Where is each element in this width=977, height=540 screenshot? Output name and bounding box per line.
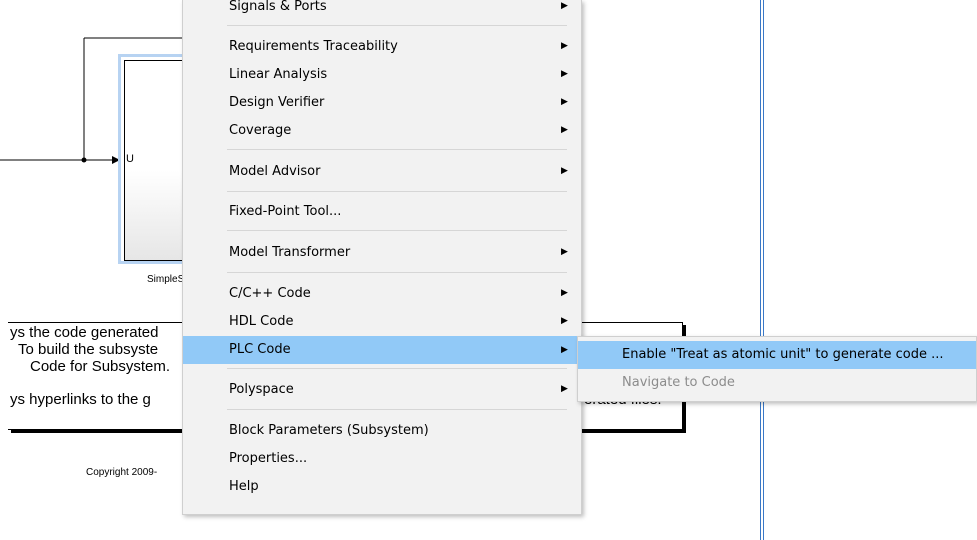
submenu-arrow-icon: ▶ — [561, 41, 568, 51]
annotation-line: To build the subsyste — [18, 341, 159, 358]
submenu-arrow-icon: ▶ — [561, 125, 568, 135]
menu-item-polyspace[interactable]: Polyspace ▶ — [183, 377, 581, 402]
submenu-arrow-icon: ▶ — [561, 166, 568, 176]
annotation-line: Code for Subsystem. — [30, 358, 171, 375]
menu-item-design-verifier[interactable]: Design Verifier ▶ — [183, 90, 581, 115]
menu-item-label: Model Advisor — [229, 164, 321, 179]
submenu-arrow-icon: ▶ — [561, 1, 568, 11]
subsystem-block-name: SimpleS — [147, 274, 185, 285]
menu-item-plc-code[interactable]: PLC Code ▶ — [183, 336, 581, 364]
canvas-divider — [763, 0, 764, 540]
menu-separator — [227, 25, 567, 26]
menu-item-hdl-code[interactable]: HDL Code ▶ — [183, 309, 581, 334]
menu-item-block-parameters[interactable]: Block Parameters (Subsystem) — [183, 418, 581, 443]
submenu-item-label: Enable "Treat as atomic unit" to generat… — [622, 347, 944, 362]
input-port-label: U — [126, 153, 134, 165]
context-menu: Signals & Ports ▶ Requirements Traceabil… — [182, 0, 582, 515]
annotation-line: ys the code generated — [10, 324, 159, 341]
menu-item-signals-ports[interactable]: Signals & Ports ▶ — [183, 0, 581, 19]
menu-item-label: Signals & Ports — [229, 0, 327, 14]
menu-item-coverage[interactable]: Coverage ▶ — [183, 118, 581, 143]
submenu-arrow-icon: ▶ — [561, 247, 568, 257]
submenu-arrow-icon: ▶ — [561, 97, 568, 107]
menu-item-label: Requirements Traceability — [229, 39, 398, 54]
menu-item-label: Linear Analysis — [229, 67, 328, 82]
menu-separator — [227, 272, 567, 273]
submenu-item-label: Navigate to Code — [622, 375, 735, 390]
menu-item-label: Coverage — [229, 123, 292, 138]
menu-item-label: HDL Code — [229, 314, 294, 329]
menu-separator — [227, 409, 567, 410]
menu-item-label: Help — [229, 479, 259, 494]
submenu-arrow-icon: ▶ — [561, 316, 568, 326]
menu-item-requirements-traceability[interactable]: Requirements Traceability ▶ — [183, 34, 581, 59]
menu-item-label: Fixed-Point Tool... — [229, 204, 342, 219]
submenu-arrow-icon: ▶ — [561, 384, 568, 394]
menu-item-linear-analysis[interactable]: Linear Analysis ▶ — [183, 62, 581, 87]
canvas-divider — [760, 0, 761, 540]
submenu-item-navigate-to-code: Navigate to Code — [578, 369, 976, 397]
menu-item-properties[interactable]: Properties... — [183, 446, 581, 471]
menu-item-c-cpp-code[interactable]: C/C++ Code ▶ — [183, 281, 581, 306]
menu-item-label: C/C++ Code — [229, 286, 311, 301]
menu-separator — [227, 191, 567, 192]
menu-item-label: Polyspace — [229, 382, 294, 397]
menu-item-label: Model Transformer — [229, 245, 351, 260]
menu-item-label: Design Verifier — [229, 95, 325, 110]
annotation-line: ys hyperlinks to the g — [10, 391, 151, 408]
submenu-arrow-icon: ▶ — [561, 288, 568, 298]
menu-separator — [227, 149, 567, 150]
submenu-item-enable-atomic-unit[interactable]: Enable "Treat as atomic unit" to generat… — [578, 341, 976, 369]
submenu-arrow-icon: ▶ — [561, 345, 568, 355]
submenu-arrow-icon: ▶ — [561, 69, 568, 79]
menu-item-model-advisor[interactable]: Model Advisor ▶ — [183, 159, 581, 184]
menu-item-model-transformer[interactable]: Model Transformer ▶ — [183, 240, 581, 265]
menu-separator — [227, 230, 567, 231]
copyright-text: Copyright 2009- — [86, 467, 158, 478]
menu-item-label: Block Parameters (Subsystem) — [229, 423, 429, 438]
menu-item-label: PLC Code — [229, 342, 291, 357]
menu-item-help[interactable]: Help — [183, 474, 581, 499]
menu-item-label: Properties... — [229, 451, 308, 466]
plc-code-submenu: Enable "Treat as atomic unit" to generat… — [577, 336, 977, 402]
menu-item-fixed-point-tool[interactable]: Fixed-Point Tool... — [183, 199, 581, 224]
menu-separator — [227, 368, 567, 369]
